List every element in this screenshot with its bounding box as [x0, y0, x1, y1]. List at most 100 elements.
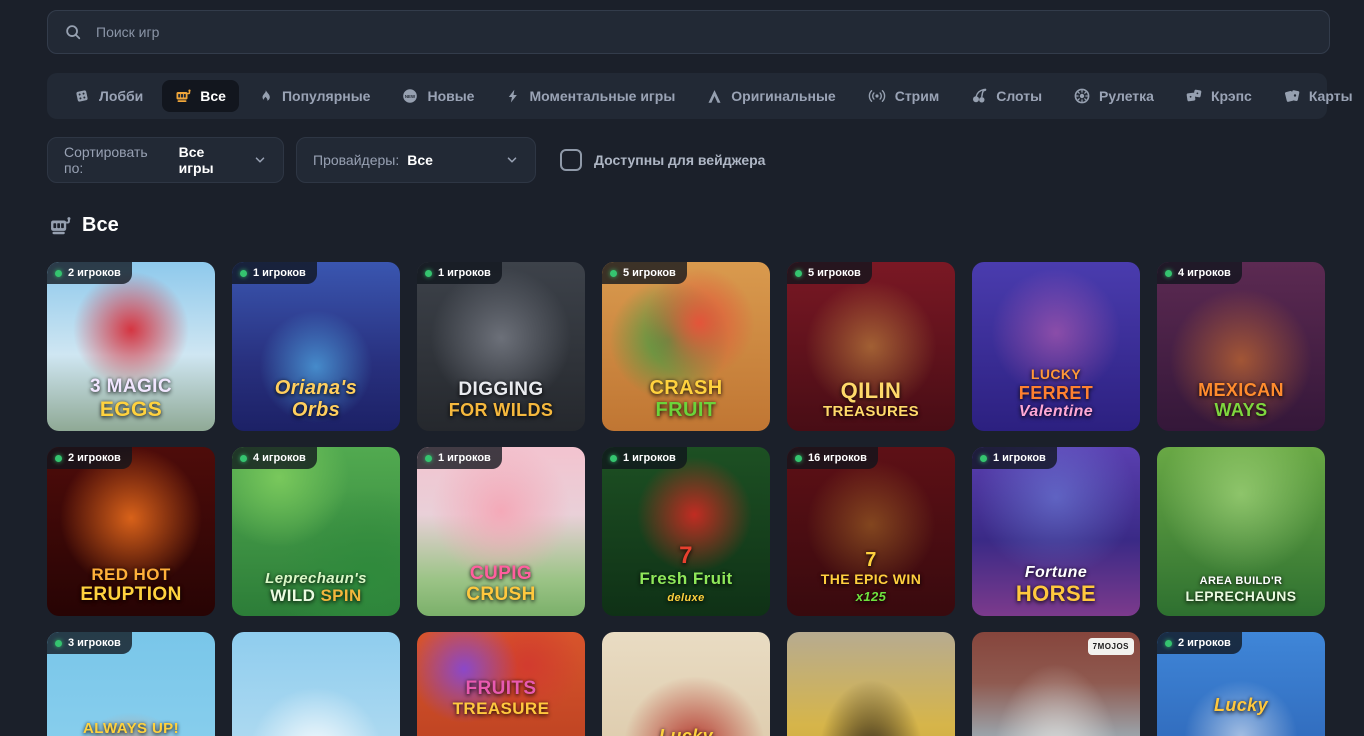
game-card[interactable]: 1 игроковOriana'sOrbs [232, 262, 400, 431]
online-dot-icon [425, 455, 432, 462]
online-dot-icon [1165, 270, 1172, 277]
section-title: Все [82, 214, 119, 237]
tab-label: Слоты [996, 88, 1042, 104]
game-card[interactable] [787, 632, 955, 736]
tab-originals[interactable]: Оригинальные [694, 80, 848, 112]
game-card[interactable]: 2 игроков 3 MAGICEGGS [47, 262, 215, 431]
online-dot-icon [55, 270, 62, 277]
player-count-badge: 2 игроков [47, 262, 132, 284]
game-title: RED HOTERUPTION [51, 566, 211, 606]
slot-machine-icon [49, 215, 71, 237]
tab-label: Оригинальные [731, 88, 835, 104]
game-card[interactable]: AREA BUILD'RLEPRECHAUNS [1157, 447, 1325, 616]
game-card[interactable] [232, 632, 400, 736]
online-dot-icon [610, 270, 617, 277]
tab-cards[interactable]: Карты [1271, 80, 1364, 112]
game-title: 3 MAGICEGGS [51, 377, 211, 421]
dice-icon [74, 88, 90, 104]
game-card[interactable]: 5 игроков QILINTREASURES [787, 262, 955, 431]
tab-label: Карты [1309, 88, 1353, 104]
search-icon [64, 23, 82, 41]
filters-row: Сортировать по: Все игры Провайдеры: Все… [47, 137, 765, 183]
game-card[interactable]: 4 игроковMEXICANWAYS [1157, 262, 1325, 431]
providers-label: Провайдеры: [313, 152, 399, 168]
broadcast-icon [868, 89, 886, 103]
online-dot-icon [1165, 640, 1172, 647]
player-count-label: 1 игроков [438, 267, 491, 279]
sort-dropdown[interactable]: Сортировать по: Все игры [47, 137, 284, 183]
tab-label: Популярные [282, 88, 370, 104]
tab-label: Лобби [99, 88, 143, 104]
game-title: QILINTREASURES [791, 379, 951, 421]
search-input[interactable] [94, 23, 1313, 41]
game-card[interactable]: 1 игроков FortuneHORSE [972, 447, 1140, 616]
tab-label: Новые [427, 88, 474, 104]
online-dot-icon [55, 640, 62, 647]
roulette-icon [1074, 88, 1090, 104]
mountain-icon [707, 89, 722, 104]
game-card[interactable]: LUCKYFERRETValentine [972, 262, 1140, 431]
providers-dropdown[interactable]: Провайдеры: Все [296, 137, 536, 183]
game-card[interactable]: 16 игроков7THE EPIC WINx125 [787, 447, 955, 616]
tab-label: Моментальные игры [529, 88, 675, 104]
player-count-badge: 1 игроков [972, 447, 1057, 469]
player-count-badge: 5 игроков [787, 262, 872, 284]
player-count-label: 2 игроков [68, 267, 121, 279]
player-count-badge: 16 игроков [787, 447, 878, 469]
game-title: Lucky [606, 727, 766, 736]
game-title: Lucky [1161, 696, 1321, 716]
craps-icon [1186, 88, 1202, 104]
game-card[interactable]: 1 игроков DIGGINGFOR WILDS [417, 262, 585, 431]
tab-instant[interactable]: Моментальные игры [493, 80, 688, 112]
tab-lobby[interactable]: Лобби [61, 80, 156, 112]
tab-slots[interactable]: Слоты [958, 80, 1055, 112]
tab-roulette[interactable]: Рулетка [1061, 80, 1167, 112]
tab-stream[interactable]: Стрим [855, 80, 952, 112]
game-title: CRASHFRUIT [606, 377, 766, 421]
game-title: FortuneHORSE [976, 564, 1136, 606]
cherries-icon [971, 88, 987, 104]
tab-popular[interactable]: Популярные [245, 80, 383, 112]
game-card[interactable]: 3 игроковALWAYS UP! [47, 632, 215, 736]
game-title: DIGGINGFOR WILDS [421, 380, 581, 421]
player-count-label: 3 игроков [68, 637, 121, 649]
sort-label: Сортировать по: [64, 144, 171, 176]
wager-checkbox[interactable] [560, 149, 582, 171]
game-card[interactable]: 2 игроков RED HOTERUPTION [47, 447, 215, 616]
player-count-badge: 2 игроков [47, 447, 132, 469]
section-header: Все [49, 214, 119, 237]
game-title: MEXICANWAYS [1161, 381, 1321, 421]
game-card[interactable]: 1 игроковCUPIGCRUSH [417, 447, 585, 616]
game-card[interactable]: 2 игроков Lucky [1157, 632, 1325, 736]
providers-value: Все [407, 152, 433, 168]
game-card[interactable]: 4 игроковLeprechaun'sWILD SPIN [232, 447, 400, 616]
online-dot-icon [240, 455, 247, 462]
game-card[interactable]: 7MOJOS [972, 632, 1140, 736]
player-count-label: 5 игроков [808, 267, 861, 279]
online-dot-icon [795, 270, 802, 277]
game-title: FRUITSTREASURE [421, 679, 581, 719]
slot-icon [175, 88, 191, 104]
player-count-badge: 1 игроков [417, 447, 502, 469]
game-card[interactable]: 1 игроков7Fresh Fruitdeluxe [602, 447, 770, 616]
tab-craps[interactable]: Крэпс [1173, 80, 1265, 112]
provider-logo: 7MOJOS [1088, 638, 1134, 655]
bolt-icon [506, 89, 520, 103]
player-count-label: 1 игроков [438, 452, 491, 464]
player-count-label: 5 игроков [623, 267, 676, 279]
player-count-label: 1 игроков [623, 452, 676, 464]
game-title: AREA BUILD'RLEPRECHAUNS [1161, 571, 1321, 606]
online-dot-icon [240, 270, 247, 277]
tab-all[interactable]: Все [162, 80, 239, 112]
online-dot-icon [55, 455, 62, 462]
category-tabs: Лобби Все Популярные NEWНовые Моментальные и… [47, 73, 1327, 119]
wager-filter[interactable]: Доступны для вейджера [560, 149, 765, 171]
player-count-badge: 2 игроков [1157, 632, 1242, 654]
search-bar[interactable] [47, 10, 1330, 54]
game-card[interactable]: FRUITSTREASURE [417, 632, 585, 736]
game-card[interactable]: Lucky [602, 632, 770, 736]
cards-icon [1284, 88, 1300, 104]
tab-new[interactable]: NEWНовые [389, 80, 487, 112]
game-card[interactable]: 5 игроков CRASHFRUIT [602, 262, 770, 431]
sort-value: Все игры [179, 144, 243, 176]
